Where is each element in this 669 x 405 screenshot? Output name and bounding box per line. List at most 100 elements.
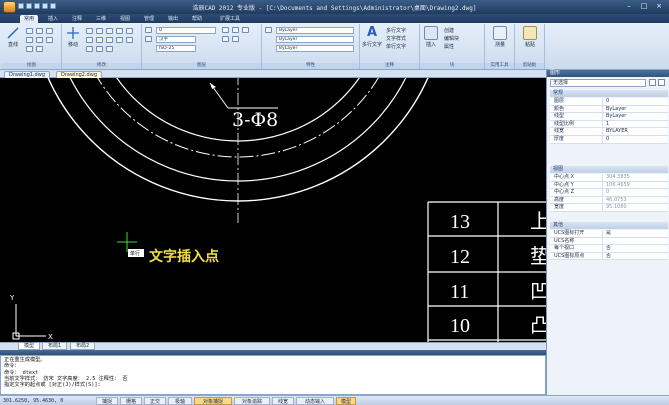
tab-5[interactable]: 管理 <box>140 15 158 23</box>
layer-freeze-icon[interactable] <box>232 27 239 33</box>
layer-state-icon[interactable] <box>145 36 152 42</box>
status-toggle-6[interactable]: 线宽 <box>272 397 294 405</box>
status-toggle-7[interactable]: 动态输入 <box>296 397 334 405</box>
rectangle-icon[interactable] <box>26 37 33 43</box>
property-row[interactable]: 高度 46.0753 <box>550 196 668 205</box>
point-icon[interactable] <box>36 46 43 52</box>
property-value[interactable]: 是 <box>602 230 668 238</box>
lineweight-combo[interactable]: ByLayer <box>276 45 354 52</box>
text-style-combo[interactable]: 汉字 <box>156 36 196 43</box>
property-row[interactable]: UCS图标打开 是 <box>550 230 668 238</box>
match-props-icon[interactable] <box>265 27 272 33</box>
offset-icon[interactable] <box>116 28 123 34</box>
stretch-icon[interactable] <box>126 37 133 43</box>
move-button[interactable]: 移动 <box>64 26 82 48</box>
property-row[interactable]: UCS图标原点 否 <box>550 252 668 261</box>
circle-icon[interactable] <box>36 28 43 34</box>
array-icon[interactable] <box>126 28 133 34</box>
section-view[interactable]: 视图 <box>550 166 668 173</box>
create-block-item[interactable]: 创建 <box>444 27 454 34</box>
property-value[interactable]: 0 <box>602 136 668 144</box>
status-toggle-5[interactable]: 对象追踪 <box>234 397 270 405</box>
fillet-icon[interactable] <box>106 37 113 43</box>
property-value[interactable] <box>602 237 668 246</box>
mtext-button[interactable]: A 多行文字 <box>361 26 383 49</box>
maximize-icon[interactable]: □ <box>638 2 650 10</box>
status-toggle-0[interactable]: 捕捉 <box>96 397 118 405</box>
property-row[interactable]: 厚度 0 <box>550 136 668 144</box>
tab-8[interactable]: 扩展工具 <box>216 15 244 23</box>
property-value[interactable]: 0 <box>602 189 668 197</box>
layer-off-icon[interactable] <box>222 27 229 33</box>
explode-icon[interactable] <box>96 46 103 52</box>
spline-icon[interactable] <box>26 46 33 52</box>
property-row[interactable]: 中心点 Z 0 <box>550 189 668 197</box>
doc-tab-drawing2[interactable]: Drawing2.dwg <box>56 71 102 78</box>
line-button[interactable]: 直线 <box>4 26 22 48</box>
arc-icon[interactable] <box>46 28 53 34</box>
tab-4[interactable]: 视图 <box>116 15 134 23</box>
property-row[interactable]: 中心点 X 304.3835 <box>550 174 668 182</box>
layer-combo[interactable]: 0 <box>156 27 216 34</box>
quick-select-icon[interactable] <box>649 79 656 86</box>
property-value[interactable]: ByLayer <box>602 113 668 121</box>
drawing-canvas[interactable]: 3-Φ8 13 12 11 10 上 垫 凹 凸 单行 文字插入点 Y X <box>0 78 546 342</box>
linetype-combo[interactable]: ByLayer <box>276 36 354 43</box>
command-prompt[interactable]: 指定文字的起点或 [对正(J)/样式(S)]: <box>4 382 542 388</box>
measure-button[interactable]: 测量 <box>489 26 511 48</box>
property-value[interactable]: 否 <box>602 245 668 253</box>
command-window[interactable]: 正在重生成模型。 命令： 命令：_dtext 当前文字样式： 仿宋 文字高度： … <box>0 355 546 395</box>
dim-style-combo[interactable]: ISO-25 <box>156 45 196 52</box>
status-toggle-4[interactable]: 对象捕捉 <box>194 397 232 405</box>
trim-icon[interactable] <box>86 37 93 43</box>
minimize-icon[interactable]: – <box>623 2 635 10</box>
mirror-icon[interactable] <box>106 28 113 34</box>
mtext-style-item[interactable]: 多行文字 <box>386 27 406 34</box>
property-row[interactable]: 每个视口 否 <box>550 245 668 253</box>
property-row[interactable]: 线型比例 1 <box>550 120 668 129</box>
edit-block-item[interactable]: 编辑块 <box>444 35 459 42</box>
property-value[interactable]: 否 <box>602 252 668 261</box>
layer-lock-icon[interactable] <box>242 27 249 33</box>
section-misc[interactable]: 其他 <box>550 222 668 229</box>
property-row[interactable]: 图层 0 <box>550 98 668 106</box>
property-value[interactable]: 95.1080 <box>602 204 668 212</box>
color-combo[interactable]: ByLayer <box>276 27 354 34</box>
property-value[interactable]: 46.0753 <box>602 196 668 205</box>
insert-button[interactable]: 插入 <box>422 26 440 48</box>
property-value[interactable]: ByLayer <box>602 105 668 114</box>
layer-iso-icon[interactable] <box>222 36 229 42</box>
tab-layout1[interactable]: 布局1 <box>42 343 68 350</box>
property-value[interactable]: BYLAYER <box>602 128 668 136</box>
tab-layout2[interactable]: 布局2 <box>70 343 96 350</box>
rotate-icon[interactable] <box>96 28 103 34</box>
property-value[interactable]: 106.4659 <box>602 181 668 190</box>
property-value[interactable]: 0 <box>602 98 668 106</box>
hatch-icon[interactable] <box>36 37 43 43</box>
layer-match-icon[interactable] <box>232 36 239 42</box>
tab-7[interactable]: 帮助 <box>188 15 206 23</box>
tab-model[interactable]: 模型 <box>18 343 41 350</box>
tab-3[interactable]: 三维 <box>92 15 110 23</box>
erase-icon[interactable] <box>86 46 93 52</box>
copy-icon[interactable] <box>86 28 93 34</box>
property-row[interactable]: 线型 ByLayer <box>550 113 668 121</box>
status-toggle-3[interactable]: 极轴 <box>168 397 192 405</box>
select-objects-icon[interactable] <box>658 79 665 86</box>
tab-0[interactable]: 常用 <box>20 15 38 23</box>
tab-6[interactable]: 输出 <box>164 15 182 23</box>
break-icon[interactable] <box>106 46 113 52</box>
close-icon[interactable]: × <box>653 2 665 10</box>
layer-manager-icon[interactable] <box>145 27 152 33</box>
property-value[interactable]: 1 <box>602 120 668 129</box>
tab-1[interactable]: 插入 <box>44 15 62 23</box>
properties-header[interactable]: 图形 <box>547 70 669 77</box>
polyline-icon[interactable] <box>26 28 33 34</box>
property-row[interactable]: 颜色 ByLayer <box>550 105 668 114</box>
status-toggle-1[interactable]: 栅格 <box>120 397 142 405</box>
single-text-item[interactable]: 单行文字 <box>386 43 406 50</box>
property-value[interactable]: 304.3835 <box>602 174 668 182</box>
selection-dropdown[interactable]: 无选择 <box>550 79 646 87</box>
paste-button[interactable]: 粘贴 <box>519 26 541 48</box>
attribute-item[interactable]: 属性 <box>444 43 454 50</box>
